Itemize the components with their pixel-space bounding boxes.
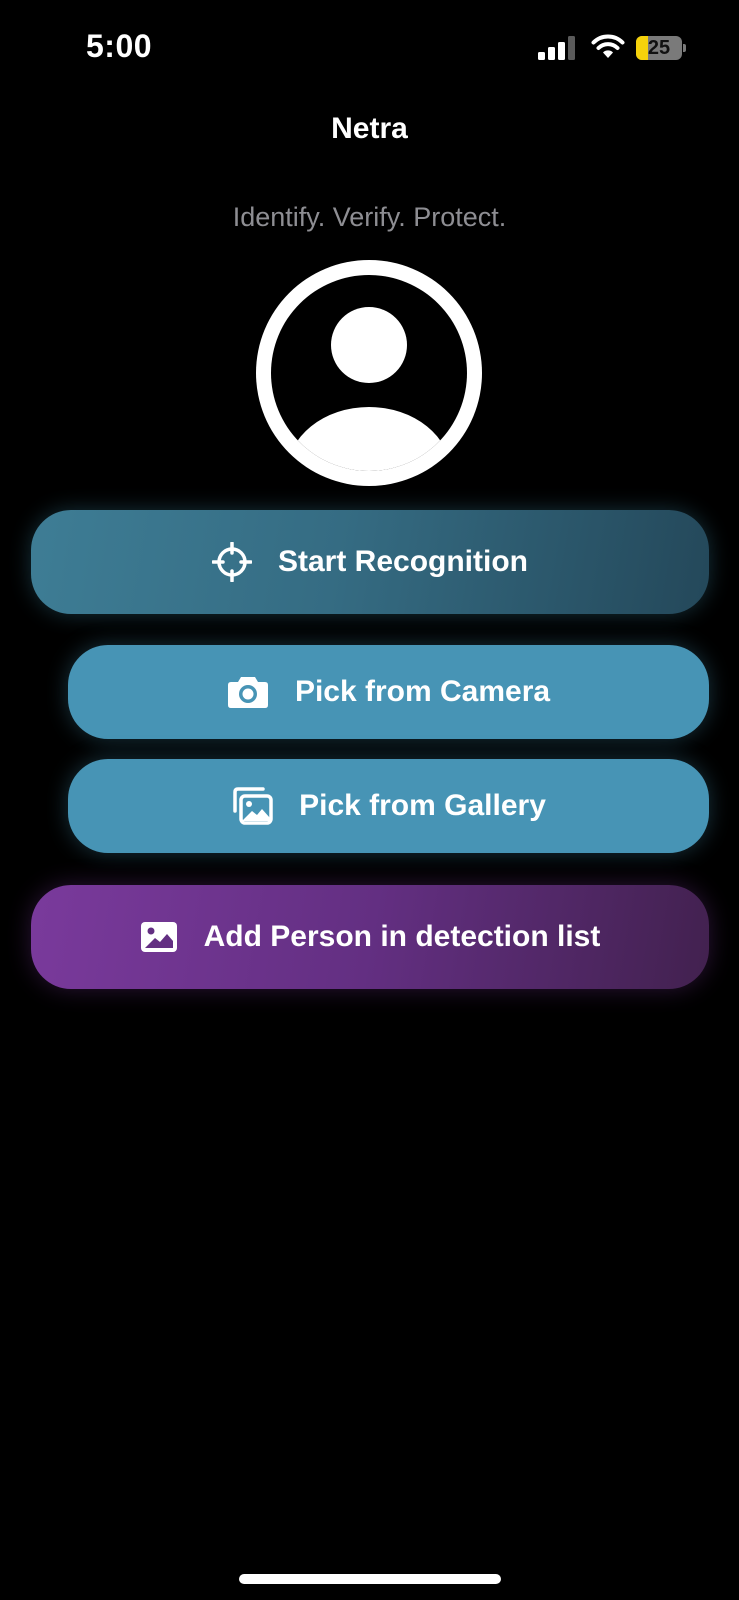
add-person-label: Add Person in detection list: [203, 920, 601, 953]
wifi-icon: [591, 34, 625, 58]
status-time: 5:00: [86, 28, 153, 64]
battery-indicator: 25: [636, 36, 686, 60]
camera-icon: [227, 675, 269, 709]
person-avatar-icon: [256, 260, 482, 486]
app-screen: 5:00 25 Netra Identify. Verify. Protect.: [0, 0, 739, 1600]
home-indicator[interactable]: [239, 1574, 501, 1584]
tagline: Identify. Verify. Protect.: [232, 202, 507, 232]
photo-stack-icon: [231, 787, 273, 825]
start-recognition-button[interactable]: Start Recognition: [31, 510, 709, 614]
battery-body: 25: [636, 36, 682, 60]
status-bar: 5:00 25: [0, 0, 739, 100]
pick-from-camera-label: Pick from Camera: [294, 675, 551, 708]
pick-from-gallery-label: Pick from Gallery: [299, 789, 546, 822]
start-recognition-label: Start Recognition: [277, 545, 528, 578]
battery-level: 25: [647, 37, 671, 59]
battery-cap: [683, 44, 686, 52]
photo-icon: [140, 921, 178, 953]
pick-from-camera-button[interactable]: Pick from Camera: [68, 645, 709, 739]
add-person-button[interactable]: Add Person in detection list: [31, 885, 709, 989]
pick-from-gallery-button[interactable]: Pick from Gallery: [68, 759, 709, 853]
cellular-signal-icon: [538, 36, 575, 60]
app-title: Netra: [331, 112, 408, 145]
crosshair-icon: [211, 542, 252, 582]
